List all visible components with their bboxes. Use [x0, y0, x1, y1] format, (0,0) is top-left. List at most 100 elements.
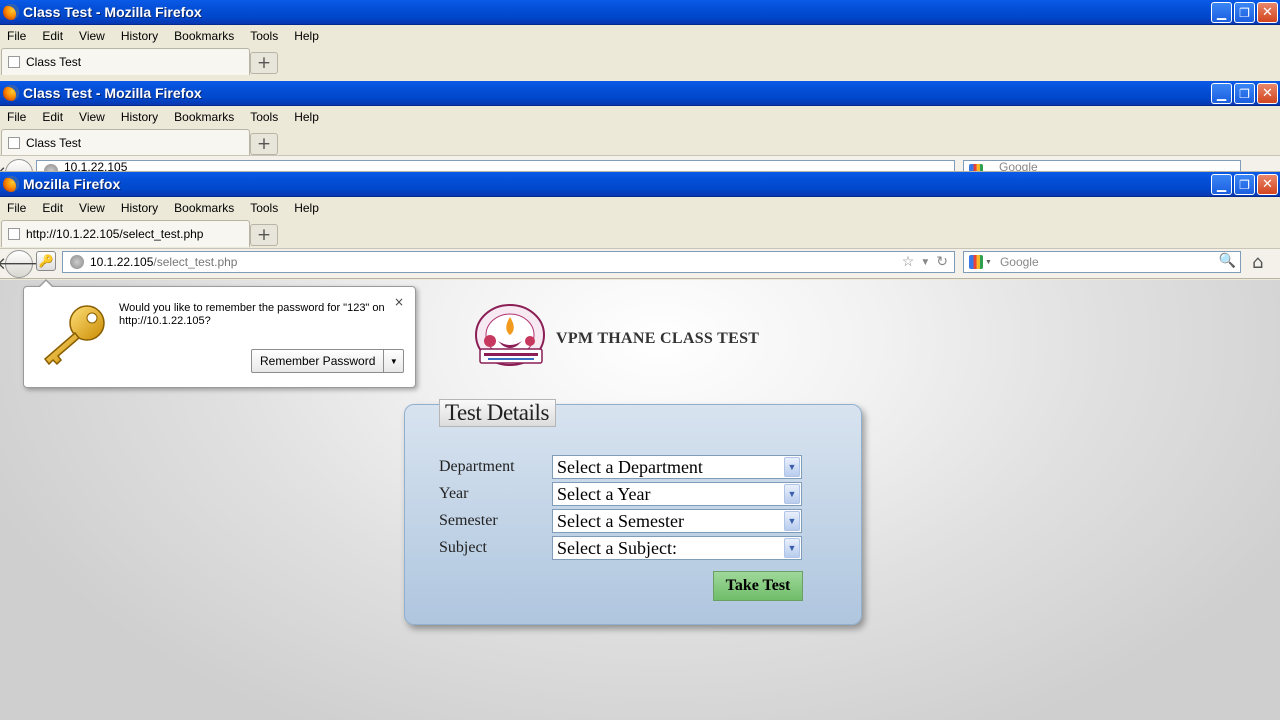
take-test-button[interactable]: Take Test — [713, 571, 803, 601]
menu-help[interactable]: Help — [287, 29, 325, 43]
google-icon — [969, 164, 983, 171]
menu-help[interactable]: Help — [287, 201, 325, 215]
menu-history[interactable]: History — [114, 29, 164, 43]
menu-view[interactable]: View — [72, 110, 111, 124]
minimize-button[interactable]: ▁ — [1211, 2, 1232, 23]
search-placeholder: Google — [999, 160, 1038, 172]
year-value: Select a Year — [557, 484, 651, 504]
home-icon[interactable]: ⌂ — [1252, 252, 1263, 273]
tab-class-test[interactable]: Class Test — [1, 48, 250, 75]
close-button[interactable]: ✕ — [1257, 83, 1278, 104]
new-tab-button[interactable]: + — [250, 224, 278, 246]
tab-label: Class Test — [26, 136, 82, 150]
tab-strip: Class Test + — [0, 47, 1280, 75]
close-icon[interactable]: × — [394, 295, 404, 309]
department-select[interactable]: Select a Department ▼ — [552, 455, 802, 479]
title-bar[interactable]: Class Test - Mozilla Firefox ▁ ❐ ✕ — [0, 0, 1280, 25]
bookmark-star-icon[interactable]: ☆ — [902, 253, 915, 273]
menu-bookmarks[interactable]: Bookmarks — [167, 110, 240, 124]
search-box[interactable]: ▼ Google 🔍 — [963, 251, 1241, 273]
url-bar[interactable]: 10.1.22.105 — [36, 160, 955, 172]
google-icon — [969, 255, 983, 269]
menu-help[interactable]: Help — [287, 110, 325, 124]
menu-bookmarks[interactable]: Bookmarks — [167, 29, 240, 43]
menu-view[interactable]: View — [72, 29, 111, 43]
menu-file[interactable]: File — [0, 29, 32, 43]
page-icon — [8, 228, 20, 240]
site-title: VPM THANE CLASS TEST — [556, 330, 760, 347]
search-dropdown-icon[interactable]: ▼ — [985, 259, 992, 266]
menu-edit[interactable]: Edit — [35, 29, 69, 43]
firefox-window-1: Class Test - Mozilla Firefox ▁ ❐ ✕ File … — [0, 0, 1280, 81]
chevron-down-icon[interactable]: ▼ — [784, 511, 800, 531]
semester-value: Select a Semester — [557, 511, 684, 531]
popup-message: Would you like to remember the password … — [119, 302, 385, 327]
globe-icon — [70, 255, 84, 269]
remember-password-label[interactable]: Remember Password — [252, 350, 385, 372]
back-arrow-icon[interactable]: 🡐 — [0, 159, 42, 171]
tab-strip: http://10.1.22.105/select_test.php + — [0, 219, 1280, 248]
window-title: Class Test - Mozilla Firefox — [23, 85, 202, 101]
search-box[interactable]: Google — [963, 160, 1241, 172]
firefox-icon — [3, 176, 19, 192]
semester-select[interactable]: Select a Semester ▼ — [552, 509, 802, 533]
remember-password-button[interactable]: Remember Password ▼ — [251, 349, 405, 373]
close-button[interactable]: ✕ — [1257, 2, 1278, 23]
menu-bookmarks[interactable]: Bookmarks — [167, 201, 240, 215]
history-dropdown-icon[interactable]: ▼ — [920, 253, 930, 273]
menu-view[interactable]: View — [72, 201, 111, 215]
search-placeholder: Google — [999, 255, 1039, 269]
firefox-window-2: Class Test - Mozilla Firefox ▁ ❐ ✕ File … — [0, 81, 1280, 172]
chevron-down-icon[interactable]: ▼ — [784, 538, 800, 558]
popup-pointer-fill — [39, 281, 53, 288]
tab-class-test[interactable]: Class Test — [1, 129, 250, 156]
menu-edit[interactable]: Edit — [35, 110, 69, 124]
chevron-down-icon[interactable]: ▼ — [784, 457, 800, 477]
firefox-icon — [3, 85, 19, 101]
title-bar[interactable]: Mozilla Firefox ▁ ❐ ✕ — [0, 172, 1280, 197]
semester-label: Semester — [439, 512, 498, 529]
url-bar[interactable]: 10.1.22.105/select_test.php ☆ ▼ ↻ — [62, 251, 955, 273]
menu-history[interactable]: History — [114, 201, 164, 215]
window-title: Mozilla Firefox — [23, 176, 121, 192]
department-label: Department — [439, 458, 515, 475]
new-tab-button[interactable]: + — [250, 52, 278, 74]
minimize-button[interactable]: ▁ — [1211, 174, 1232, 195]
url-text: 10.1.22.105 — [64, 160, 128, 172]
chevron-down-icon[interactable]: ▼ — [384, 350, 403, 372]
test-details-form: Test Details Department Select a Departm… — [404, 399, 862, 625]
menu-tools[interactable]: Tools — [243, 201, 284, 215]
search-magnifier-icon[interactable]: 🔍 — [1219, 252, 1236, 269]
vpm-logo — [475, 304, 545, 366]
reload-icon[interactable]: ↻ — [936, 253, 948, 273]
key-icon — [43, 305, 105, 366]
chevron-down-icon[interactable]: ▼ — [784, 484, 800, 504]
subject-row: Subject Select a Subject: ▼ — [439, 536, 802, 560]
tab-select-test[interactable]: http://10.1.22.105/select_test.php — [1, 220, 250, 247]
tab-label: http://10.1.22.105/select_test.php — [26, 227, 204, 241]
menu-history[interactable]: History — [114, 110, 164, 124]
menu-edit[interactable]: Edit — [35, 201, 69, 215]
menu-tools[interactable]: Tools — [243, 110, 284, 124]
restore-button[interactable]: ❐ — [1234, 174, 1255, 195]
firefox-icon — [3, 4, 19, 20]
firefox-window-3: Mozilla Firefox ▁ ❐ ✕ File Edit View His… — [0, 172, 1280, 280]
restore-button[interactable]: ❐ — [1234, 83, 1255, 104]
window-title: Class Test - Mozilla Firefox — [23, 4, 202, 20]
navigation-bar: 🡐 🔑 10.1.22.105/select_test.php ☆ ▼ ↻ ▼ … — [0, 248, 1280, 279]
page-icon — [8, 56, 20, 68]
menu-file[interactable]: File — [0, 201, 32, 215]
subject-select[interactable]: Select a Subject: ▼ — [552, 536, 802, 560]
key-icon[interactable]: 🔑 — [36, 251, 56, 271]
new-tab-button[interactable]: + — [250, 133, 278, 155]
restore-button[interactable]: ❐ — [1234, 2, 1255, 23]
menu-file[interactable]: File — [0, 110, 32, 124]
minimize-button[interactable]: ▁ — [1211, 83, 1232, 104]
year-select[interactable]: Select a Year ▼ — [552, 482, 802, 506]
title-bar[interactable]: Class Test - Mozilla Firefox ▁ ❐ ✕ — [0, 81, 1280, 106]
menu-tools[interactable]: Tools — [243, 29, 284, 43]
close-button[interactable]: ✕ — [1257, 174, 1278, 195]
back-arrow-icon[interactable]: 🡐 — [0, 250, 42, 278]
subject-value: Select a Subject: — [557, 538, 677, 558]
remember-password-popup: Would you like to remember the password … — [23, 279, 416, 388]
